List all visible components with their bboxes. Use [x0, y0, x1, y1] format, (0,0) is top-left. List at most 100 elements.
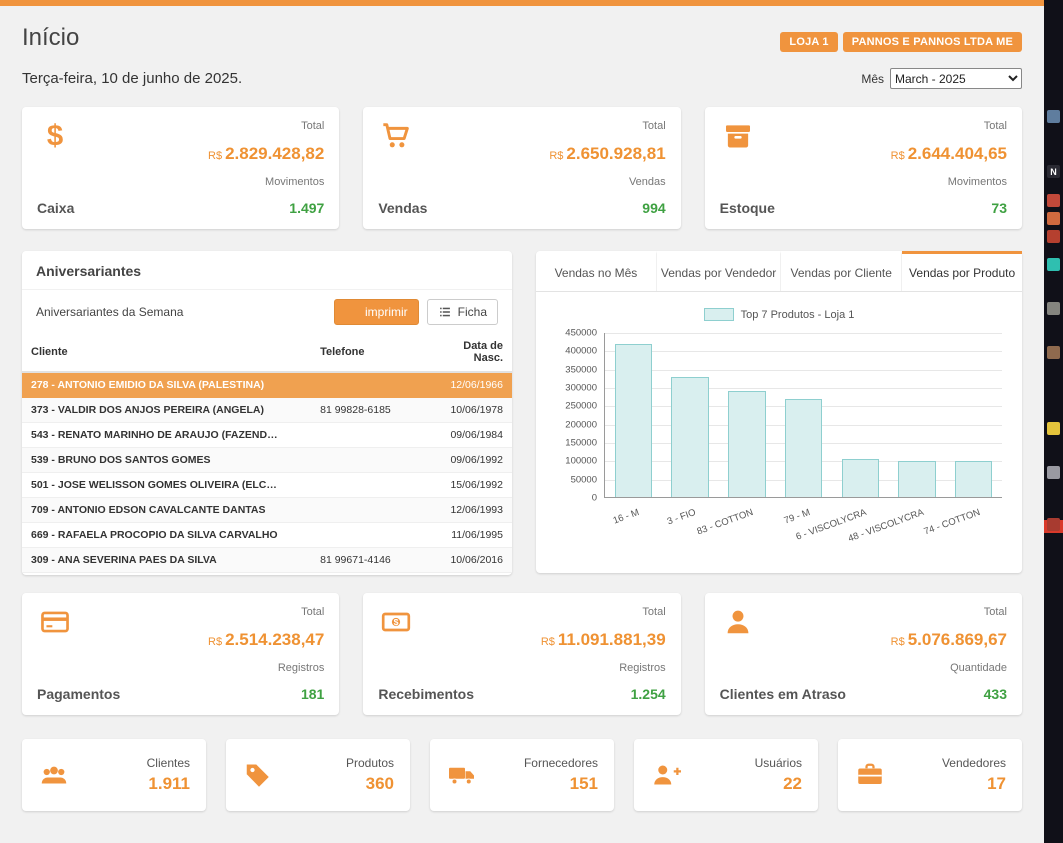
cell-phone	[311, 473, 424, 498]
truck-icon	[446, 760, 478, 790]
sales-panel: Vendas no MêsVendas por VendedorVendas p…	[536, 251, 1022, 573]
stat-total-label: Total	[208, 120, 324, 132]
mini-card-fornecedores[interactable]: Fornecedores151	[430, 739, 614, 811]
tab-vendas-por-cliente[interactable]: Vendas por Cliente	[781, 251, 902, 291]
mini-card-vendedores[interactable]: Vendedores17	[838, 739, 1022, 811]
store-badge[interactable]: LOJA 1	[780, 32, 837, 52]
chart-bar[interactable]	[785, 399, 822, 497]
ficha-button-label: Ficha	[458, 305, 487, 319]
bar-cell	[718, 333, 775, 497]
bar-cell	[889, 333, 946, 497]
ficha-button[interactable]: Ficha	[427, 299, 498, 325]
legend-label: Top 7 Produtos - Loja 1	[741, 309, 855, 321]
chart-bar[interactable]	[615, 344, 652, 497]
bar-chart: 4500004000003500003000002500002000001500…	[556, 333, 1002, 498]
mini-card-usuarios[interactable]: Usuários22	[634, 739, 818, 811]
person-icon	[720, 606, 756, 638]
dollar-icon: $	[37, 120, 73, 152]
y-tick-label: 100000	[565, 456, 597, 467]
stat-total-value: R$2.829.428,82	[208, 144, 324, 164]
strip-app-icon[interactable]	[1047, 518, 1060, 531]
mini-card-label: Clientes	[147, 756, 190, 770]
stat-count-value: 181	[208, 686, 324, 702]
col-telefone: Telefone	[311, 334, 424, 372]
mini-card-right: Clientes 1.911	[147, 756, 190, 794]
mini-card-label: Fornecedores	[524, 756, 598, 770]
chart-bar[interactable]	[842, 459, 879, 497]
mini-card-produtos[interactable]: Produtos360	[226, 739, 410, 811]
cell-phone	[311, 523, 424, 548]
stat-total-label: Total	[208, 606, 324, 618]
stat-total-value: R$5.076.869,67	[891, 630, 1007, 650]
month-label: Mês	[861, 72, 884, 86]
strip-n-icon[interactable]: N	[1047, 165, 1060, 178]
stat-card-left: Clientes em Atraso	[720, 606, 846, 702]
col-cliente: Cliente	[22, 334, 311, 372]
stat-total-value: R$2.650.928,81	[549, 144, 665, 164]
archive-icon	[720, 120, 756, 152]
stat-card-title: Recebimentos	[378, 686, 474, 702]
stat-total-label: Total	[541, 606, 666, 618]
table-row[interactable]: 669 - RAFAELA PROCOPIO DA SILVA CARVALHO…	[22, 523, 512, 548]
table-row[interactable]: 278 - ANTONIO EMIDIO DA SILVA (PALESTINA…	[22, 372, 512, 398]
print-button[interactable]: imprimir	[334, 299, 419, 325]
currency-prefix: R$	[891, 150, 905, 162]
stat-card-title: Clientes em Atraso	[720, 686, 846, 702]
table-row[interactable]: 501 - JOSE WELISSON GOMES OLIVEIRA (ELC……	[22, 473, 512, 498]
chart-bar[interactable]	[728, 391, 765, 497]
chart-plot	[604, 333, 1002, 498]
chart-bar[interactable]	[898, 461, 935, 497]
strip-app-icon[interactable]	[1047, 346, 1060, 359]
strip-app-icon[interactable]	[1047, 212, 1060, 225]
cell-client: 278 - ANTONIO EMIDIO DA SILVA (PALESTINA…	[22, 372, 311, 398]
page-title: Início	[22, 24, 79, 52]
stat-card-title: Estoque	[720, 200, 775, 216]
stat-row-top: $CaixaTotalR$2.829.428,82Movimentos1.497…	[22, 107, 1022, 229]
strip-app-icon[interactable]	[1047, 194, 1060, 207]
chart-legend: Top 7 Produtos - Loja 1	[556, 308, 1002, 321]
birthday-table: Cliente Telefone Data de Nasc. 278 - ANT…	[22, 334, 512, 573]
y-tick-label: 50000	[571, 474, 597, 485]
table-row[interactable]: 373 - VALDIR DOS ANJOS PEREIRA (ANGELA)8…	[22, 398, 512, 423]
chart-bar[interactable]	[955, 461, 992, 497]
stat-count-label: Registros	[541, 662, 666, 674]
mini-card-value: 1.911	[147, 774, 190, 794]
stat-card-clientes-em-atraso: Clientes em AtrasoTotalR$5.076.869,67Qua…	[705, 593, 1022, 715]
table-row[interactable]: 543 - RENATO MARINHO DE ARAUJO (FAZEND…0…	[22, 423, 512, 448]
chart-bar[interactable]	[671, 377, 708, 497]
stat-count-label: Quantidade	[891, 662, 1007, 674]
sales-tabs: Vendas no MêsVendas por VendedorVendas p…	[536, 251, 1022, 292]
strip-app-icon[interactable]	[1047, 466, 1060, 479]
birthdays-panel: Aniversariantes Aniversariantes da Seman…	[22, 251, 512, 575]
table-row[interactable]: 309 - ANA SEVERINA PAES DA SILVA81 99671…	[22, 548, 512, 573]
stat-total-label: Total	[549, 120, 665, 132]
strip-app-icon[interactable]	[1047, 230, 1060, 243]
list-icon	[438, 305, 452, 319]
strip-app-icon[interactable]	[1047, 422, 1060, 435]
y-tick-label: 350000	[565, 364, 597, 375]
mini-card-clientes[interactable]: Clientes 1.911	[22, 739, 206, 811]
table-row[interactable]: 539 - BRUNO DOS SANTOS GOMES09/06/1992	[22, 448, 512, 473]
strip-app-icon[interactable]	[1047, 258, 1060, 271]
tab-vendas-por-produto[interactable]: Vendas por Produto	[902, 251, 1022, 291]
stat-card-left: $ Caixa	[37, 120, 74, 216]
cell-phone	[311, 423, 424, 448]
month-select[interactable]: March - 2025	[890, 68, 1022, 89]
stat-count-value: 994	[549, 200, 665, 216]
cell-birthdate: 09/06/1992	[424, 448, 512, 473]
tab-vendas-por-vendedor[interactable]: Vendas por Vendedor	[657, 251, 781, 291]
table-row[interactable]: 709 - ANTONIO EDSON CAVALCANTE DANTAS12/…	[22, 498, 512, 523]
date-row: Terça-feira, 10 de junho de 2025. Mês Ma…	[22, 68, 1022, 89]
company-badge[interactable]: PANNOS E PANNOS LTDA ME	[843, 32, 1022, 52]
tab-vendas-no-mes[interactable]: Vendas no Mês	[536, 251, 657, 291]
stat-card-title: Caixa	[37, 200, 74, 216]
y-tick-label: 150000	[565, 438, 597, 449]
strip-app-icon[interactable]	[1047, 302, 1060, 315]
chart-y-axis: 4500004000003500003000002500002000001500…	[556, 333, 604, 498]
stat-card-right: TotalR$11.091.881,39Registros1.254	[541, 606, 666, 702]
x-cell: 16 - M	[604, 498, 661, 542]
strip-app-icon[interactable]	[1047, 110, 1060, 123]
stat-row-bottom: PagamentosTotalR$2.514.238,47Registros18…	[22, 593, 1022, 715]
bar-cell	[662, 333, 719, 497]
stat-count-value: 73	[891, 200, 1007, 216]
